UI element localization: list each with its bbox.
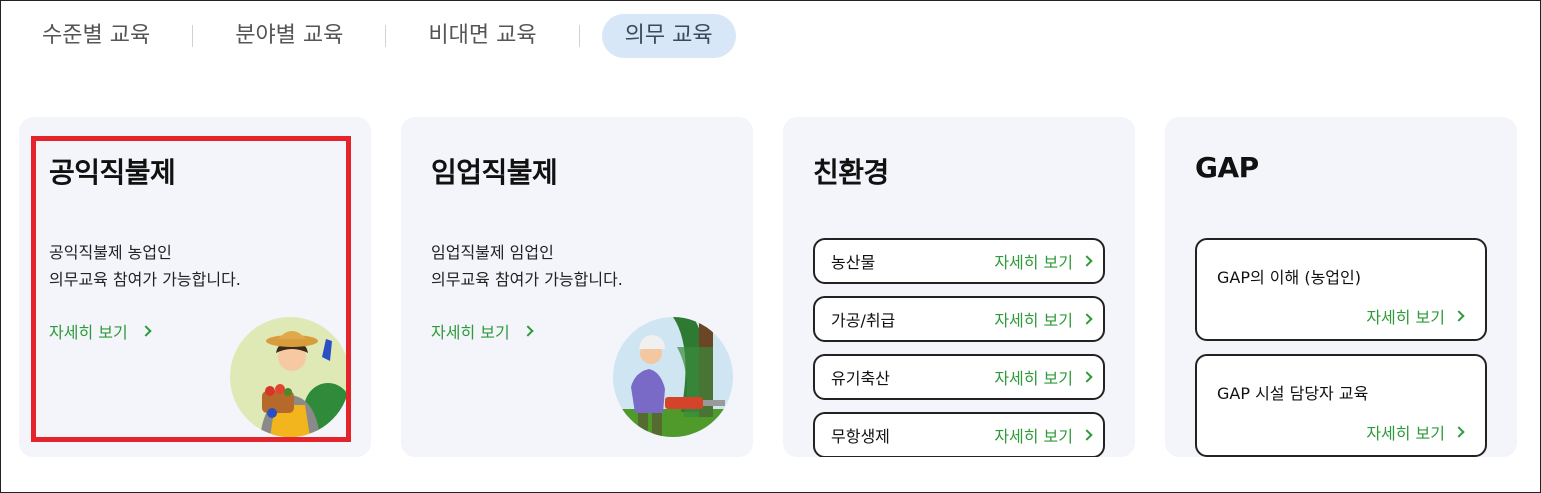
list-item-label: GAP의 이해 (농업인) [1217,268,1361,287]
view-details-label: 자세히 보기 [994,427,1073,446]
card-title: 공익직불제 [49,156,176,189]
list-item-antibiotic-free[interactable]: 무항생제 자세히 보기 [813,412,1105,457]
forester-illustration [613,317,733,437]
card-forestry-direct-payment: 임업직불제 임업직불제 임업인 의무교육 참여가 가능합니다. 자세히 보기 [401,117,753,457]
view-details-link: 자세히 보기 [1366,420,1465,444]
chevron-right-icon [1081,313,1093,325]
tab-divider [385,25,387,47]
list-item-gap-understanding[interactable]: GAP의 이해 (농업인) 자세히 보기 [1195,238,1487,341]
chevron-right-icon [1081,255,1093,267]
list-item-label: 무항생제 [831,427,890,446]
tab-level-education[interactable]: 수준별 교육 [22,14,170,58]
chevron-right-icon [522,325,534,337]
view-details-label: 자세히 보기 [1366,424,1445,443]
chevron-right-icon [1081,371,1093,383]
view-details-label: 자세히 보기 [1366,308,1445,327]
card-title: GAP [1195,151,1259,184]
view-details-label: 자세히 보기 [431,323,510,342]
list-item-agricultural-products[interactable]: 농산물 자세히 보기 [813,238,1105,284]
farmer-illustration [230,317,350,437]
view-details-label: 자세히 보기 [994,253,1073,272]
chevron-right-icon [1081,429,1093,441]
card-public-direct-payment: 공익직불제 공익직불제 농업인 의무교육 참여가 가능합니다. 자세히 보기 [19,117,371,457]
card-title: 친환경 [813,156,889,189]
list-item-label: 농산물 [831,253,876,272]
tab-divider [192,25,194,47]
card-description: 임업직불제 임업인 의무교육 참여가 가능합니다. [431,239,623,293]
view-details-link: 자세히 보기 [994,423,1093,447]
list-item-label: GAP 시설 담당자 교육 [1217,384,1369,403]
tab-field-education[interactable]: 분야별 교육 [215,14,363,58]
education-tabs: 수준별 교육 분야별 교육 비대면 교육 의무 교육 [22,14,736,58]
tab-divider [578,25,580,47]
chevron-right-icon [140,325,152,337]
card-description: 공익직불제 농업인 의무교육 참여가 가능합니다. [49,239,241,293]
list-item-gap-facility-manager[interactable]: GAP 시설 담당자 교육 자세히 보기 [1195,354,1487,457]
card-desc-line: 의무교육 참여가 가능합니다. [49,270,241,289]
list-item-label: 유기축산 [831,369,890,388]
list-item-processing-handling[interactable]: 가공/취급 자세히 보기 [813,296,1105,342]
view-details-label: 자세히 보기 [994,369,1073,388]
view-details-link[interactable]: 자세히 보기 [431,319,534,343]
view-details-label: 자세히 보기 [994,311,1073,330]
chevron-right-icon [1453,310,1465,322]
chevron-right-icon [1453,426,1465,438]
view-details-link[interactable]: 자세히 보기 [49,319,152,343]
view-details-link: 자세히 보기 [994,307,1093,331]
list-item-label: 가공/취급 [831,311,896,330]
tab-mandatory-education[interactable]: 의무 교육 [601,14,736,58]
list-item-organic-livestock[interactable]: 유기축산 자세히 보기 [813,354,1105,400]
card-title: 임업직불제 [431,156,558,189]
tab-online-education[interactable]: 비대면 교육 [408,14,556,58]
card-eco-friendly: 친환경 농산물 자세히 보기 가공/취급 자세히 보기 유기축산 자세히 보기 … [783,117,1135,457]
view-details-link: 자세히 보기 [1366,304,1465,328]
card-desc-line: 의무교육 참여가 가능합니다. [431,270,623,289]
view-details-label: 자세히 보기 [49,323,128,342]
view-details-link: 자세히 보기 [994,365,1093,389]
card-gap: GAP GAP의 이해 (농업인) 자세히 보기 GAP 시설 담당자 교육 자… [1165,117,1517,457]
card-desc-line: 임업직불제 임업인 [431,243,554,262]
view-details-link: 자세히 보기 [994,249,1093,273]
card-desc-line: 공익직불제 농업인 [49,243,172,262]
